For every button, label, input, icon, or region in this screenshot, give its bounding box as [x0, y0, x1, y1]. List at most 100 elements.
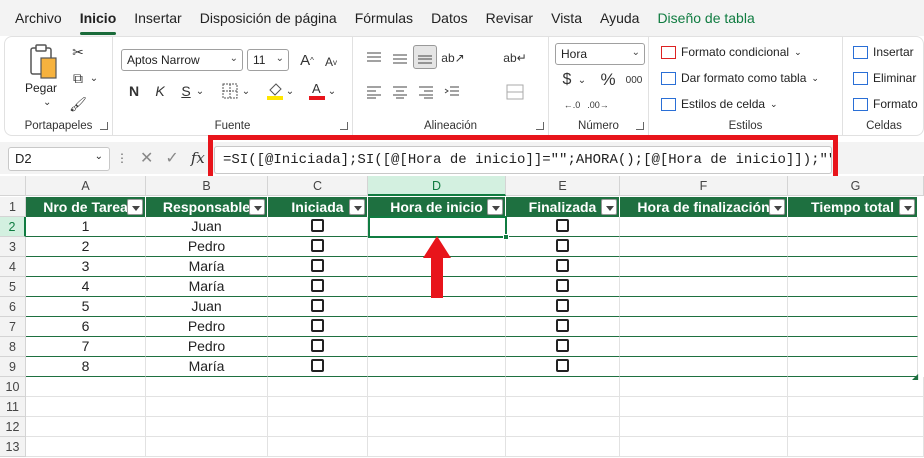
checkbox[interactable]: [311, 319, 324, 333]
tab-datos[interactable]: Datos: [422, 10, 477, 26]
row-header[interactable]: 4: [0, 257, 26, 277]
cell-tiempo-total[interactable]: [788, 337, 918, 357]
number-launcher-icon[interactable]: [636, 122, 644, 130]
checkbox[interactable]: [556, 339, 569, 353]
table-resize-handle[interactable]: ◢: [912, 372, 918, 381]
cell-hora-finalizacion[interactable]: [620, 277, 788, 297]
cell-hora-finalizacion[interactable]: [620, 337, 788, 357]
checkbox[interactable]: [556, 219, 569, 233]
font-size-dropdown[interactable]: 11 ⌄: [247, 49, 289, 71]
align-bottom-icon[interactable]: [413, 45, 437, 69]
empty-cell[interactable]: [620, 397, 788, 417]
row-header[interactable]: 5: [0, 277, 26, 297]
empty-cell[interactable]: [788, 377, 924, 397]
cell-nro[interactable]: 1: [26, 217, 146, 237]
empty-cell[interactable]: [368, 397, 506, 417]
font-launcher-icon[interactable]: [340, 122, 348, 130]
cut-icon[interactable]: ✂: [69, 43, 87, 61]
empty-cell[interactable]: [506, 397, 620, 417]
paste-icon[interactable]: [27, 43, 61, 81]
cell-tiempo-total[interactable]: [788, 257, 918, 277]
insert-cells-button[interactable]: Insertar: [853, 45, 914, 59]
filter-dropdown-icon[interactable]: [769, 199, 785, 215]
font-name-dropdown[interactable]: Aptos Narrow ⌄: [121, 49, 243, 71]
name-box[interactable]: D2 ⌄: [8, 147, 110, 171]
cell-nro[interactable]: 3: [26, 257, 146, 277]
cell-iniciada[interactable]: [268, 317, 368, 337]
increase-decimal-icon[interactable]: ←.0: [561, 95, 583, 115]
cancel-icon[interactable]: ✕: [140, 148, 153, 168]
row-header[interactable]: 9: [0, 357, 26, 377]
cell-finalizada[interactable]: [506, 357, 620, 377]
checkbox[interactable]: [556, 299, 569, 313]
filter-dropdown-icon[interactable]: [601, 199, 617, 215]
italic-button[interactable]: K: [151, 81, 169, 101]
cell-responsable[interactable]: Juan: [146, 297, 268, 317]
cell-nro[interactable]: 4: [26, 277, 146, 297]
checkbox[interactable]: [556, 359, 569, 373]
tab-insertar[interactable]: Insertar: [125, 10, 190, 26]
cell-nro[interactable]: 2: [26, 237, 146, 257]
enter-icon[interactable]: ✓: [165, 148, 178, 168]
checkbox[interactable]: [556, 259, 569, 273]
empty-cell[interactable]: [620, 377, 788, 397]
empty-cell[interactable]: [146, 397, 268, 417]
merge-icon[interactable]: [503, 81, 527, 103]
chevron-down-icon[interactable]: ⌄: [285, 81, 295, 101]
cell-responsable[interactable]: Pedro: [146, 237, 268, 257]
align-center-icon[interactable]: [389, 81, 411, 103]
cell-finalizada[interactable]: [506, 297, 620, 317]
cell-tiempo-total[interactable]: [788, 217, 918, 237]
empty-cell[interactable]: [368, 377, 506, 397]
column-header-c[interactable]: C: [268, 176, 368, 196]
checkbox[interactable]: [556, 239, 569, 253]
empty-cell[interactable]: [146, 377, 268, 397]
checkbox[interactable]: [311, 259, 324, 273]
font-color-icon[interactable]: A: [307, 79, 327, 101]
tab-revisar[interactable]: Revisar: [477, 10, 542, 26]
empty-cell[interactable]: [146, 417, 268, 437]
cell-finalizada[interactable]: [506, 237, 620, 257]
tab-inicio[interactable]: Inicio: [71, 10, 126, 35]
chevron-down-icon[interactable]: ⌄: [577, 69, 587, 91]
row-header[interactable]: 7: [0, 317, 26, 337]
cell-iniciada[interactable]: [268, 237, 368, 257]
row-header[interactable]: 12: [0, 417, 26, 437]
empty-cell[interactable]: [26, 437, 146, 457]
cell-tiempo-total[interactable]: [788, 317, 918, 337]
checkbox[interactable]: [556, 319, 569, 333]
cell-hora-finalizacion[interactable]: [620, 297, 788, 317]
tab-diseno-tabla[interactable]: Diseño de tabla: [648, 10, 763, 26]
empty-cell[interactable]: [620, 417, 788, 437]
empty-cell[interactable]: [26, 397, 146, 417]
checkbox[interactable]: [311, 239, 324, 253]
checkbox[interactable]: [311, 339, 324, 353]
checkbox[interactable]: [311, 299, 324, 313]
fill-color-icon[interactable]: [265, 79, 285, 101]
filter-dropdown-icon[interactable]: [127, 199, 143, 215]
cell-hora-inicio[interactable]: [368, 357, 506, 377]
row-header[interactable]: 13: [0, 437, 26, 457]
chevron-down-icon[interactable]: ⌄: [89, 69, 99, 87]
cell-nro[interactable]: 8: [26, 357, 146, 377]
cell-iniciada[interactable]: [268, 337, 368, 357]
cell-hora-finalizacion[interactable]: [620, 357, 788, 377]
bold-button[interactable]: N: [125, 81, 143, 101]
cell-responsable[interactable]: María: [146, 357, 268, 377]
grow-font-icon[interactable]: A ^: [297, 49, 317, 71]
format-painter-icon[interactable]: 🖌: [69, 95, 87, 113]
cell-tiempo-total[interactable]: [788, 277, 918, 297]
number-format-dropdown[interactable]: Hora ⌄: [555, 43, 645, 65]
cell-hora-inicio[interactable]: [368, 337, 506, 357]
thousands-separator-icon[interactable]: 000: [623, 69, 645, 91]
underline-button[interactable]: S: [177, 81, 195, 101]
active-cell-d2[interactable]: [368, 216, 509, 240]
clipboard-launcher-icon[interactable]: [100, 122, 108, 130]
cell-responsable[interactable]: María: [146, 257, 268, 277]
indent-icon[interactable]: [441, 81, 463, 103]
cell-nro[interactable]: 5: [26, 297, 146, 317]
cell-hora-finalizacion[interactable]: [620, 317, 788, 337]
checkbox[interactable]: [311, 279, 324, 293]
filter-dropdown-icon[interactable]: [899, 199, 915, 215]
tab-disposicion[interactable]: Disposición de página: [191, 10, 346, 26]
